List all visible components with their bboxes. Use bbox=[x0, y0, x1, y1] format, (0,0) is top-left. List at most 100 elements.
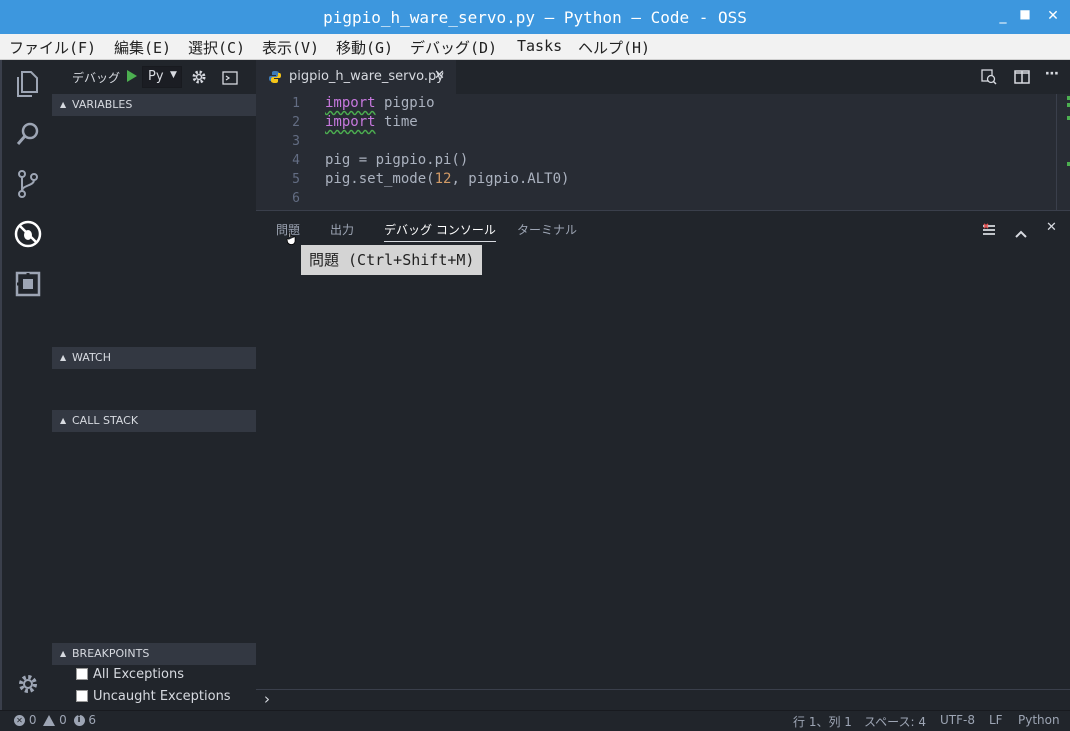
line-number: 6 bbox=[292, 191, 300, 206]
explorer-icon[interactable] bbox=[12, 68, 44, 100]
line-number: 1 bbox=[292, 96, 300, 111]
line-number: 5 bbox=[292, 172, 300, 187]
debug-toolbar: デバッグ Py ▼ bbox=[52, 60, 256, 94]
all-exceptions-label: All Exceptions bbox=[93, 667, 184, 682]
menu-edit[interactable]: 編集(E) bbox=[114, 37, 171, 58]
keyword: import bbox=[325, 114, 376, 130]
code-line-4: pig = pigpio.pi() bbox=[325, 152, 468, 168]
collapse-triangle-icon: ▲ bbox=[60, 649, 67, 658]
code-line-1: import pigpio bbox=[325, 95, 435, 111]
search-icon[interactable] bbox=[12, 118, 44, 150]
error-count: 0 bbox=[28, 713, 37, 727]
code-text: pig = pigpio.pi() bbox=[325, 152, 469, 168]
info-count: 6 bbox=[88, 713, 97, 727]
call-stack-title: CALL STACK bbox=[72, 414, 139, 427]
breakpoints-title: BREAKPOINTS bbox=[72, 647, 150, 660]
code-text: time bbox=[375, 114, 418, 130]
breakpoint-all-exceptions[interactable]: All Exceptions bbox=[76, 665, 184, 685]
split-editor-icon[interactable] bbox=[1014, 69, 1030, 89]
collapse-triangle-icon: ▲ bbox=[60, 416, 67, 425]
menu-debug[interactable]: デバッグ(D) bbox=[410, 37, 497, 58]
debug-label: デバッグ bbox=[72, 71, 121, 85]
menu-help[interactable]: ヘルプ(H) bbox=[578, 37, 650, 58]
indentation-status[interactable]: スペース: 4 bbox=[864, 713, 926, 730]
eol-status[interactable]: LF bbox=[989, 713, 1003, 727]
debug-icon[interactable] bbox=[12, 218, 44, 250]
code-line-5: pig.set_mode(12, pigpio.ALT0) bbox=[325, 171, 569, 187]
activity-bar bbox=[0, 60, 52, 710]
editor-tab-name: pigpio_h_ware_servo.py bbox=[289, 69, 444, 84]
editor-tab-active[interactable]: pigpio_h_ware_servo.py ✕ bbox=[256, 60, 456, 94]
minimize-button[interactable]: _ bbox=[993, 8, 1013, 24]
menu-view[interactable]: 表示(V) bbox=[262, 37, 319, 58]
tab-terminal[interactable]: ターミナル bbox=[517, 221, 577, 238]
warning-count: 0 bbox=[59, 713, 67, 727]
encoding-status[interactable]: UTF-8 bbox=[940, 713, 975, 727]
window-title: pigpio_h_ware_servo.py — Python — Code -… bbox=[323, 8, 747, 27]
code-view[interactable]: 1 2 3 4 5 6 import pigpio import time pi… bbox=[256, 94, 1070, 210]
all-exceptions-checkbox[interactable] bbox=[76, 667, 88, 680]
more-actions-icon[interactable]: ⋯ bbox=[1045, 66, 1059, 82]
problems-status[interactable]: ✕ 0 0 i 6 bbox=[14, 713, 96, 727]
close-tab-icon[interactable]: ✕ bbox=[434, 68, 445, 83]
extensions-icon[interactable] bbox=[12, 268, 44, 300]
close-panel-icon[interactable]: ✕ bbox=[1046, 220, 1057, 235]
line-number: 2 bbox=[292, 115, 300, 130]
cursor-position[interactable]: 行 1、列 1 bbox=[793, 713, 852, 730]
debug-config-select[interactable]: Py ▼ bbox=[142, 66, 182, 88]
menu-tasks[interactable]: Tasks bbox=[517, 37, 562, 55]
uncaught-exceptions-label: Uncaught Exceptions bbox=[93, 689, 231, 704]
collapse-triangle-icon: ▲ bbox=[60, 353, 67, 362]
open-changes-icon[interactable] bbox=[981, 69, 997, 89]
overview-ruler bbox=[1056, 94, 1070, 210]
keyword: import bbox=[325, 95, 376, 111]
variables-section-header[interactable]: ▲ VARIABLES bbox=[52, 94, 256, 116]
menu-selection[interactable]: 選択(C) bbox=[188, 37, 245, 58]
code-text: pig.set_mode( bbox=[325, 171, 435, 187]
code-text: pigpio bbox=[375, 95, 435, 111]
uncaught-exceptions-checkbox[interactable] bbox=[76, 689, 88, 702]
gear-icon[interactable] bbox=[12, 668, 44, 700]
collapse-triangle-icon: ▲ bbox=[60, 100, 67, 109]
line-number: 4 bbox=[292, 153, 300, 168]
chevron-down-icon: ▼ bbox=[170, 70, 177, 80]
warning-icon bbox=[43, 715, 56, 726]
editor-tabs: pigpio_h_ware_servo.py ✕ ⋯ bbox=[256, 60, 1070, 94]
breakpoint-uncaught-exceptions[interactable]: Uncaught Exceptions bbox=[76, 687, 231, 707]
bottom-panel: 問題 出力 デバッグ コンソール ターミナル 問題 (Ctrl+Shift+M)… bbox=[256, 210, 1070, 710]
watch-section-header[interactable]: ▲ WATCH bbox=[52, 347, 256, 369]
info-icon: i bbox=[73, 715, 85, 726]
line-number: 3 bbox=[292, 134, 300, 149]
source-control-icon[interactable] bbox=[12, 168, 44, 200]
code-line-2: import time bbox=[325, 114, 418, 130]
title-bar: pigpio_h_ware_servo.py — Python — Code -… bbox=[0, 0, 1070, 34]
close-window-button[interactable]: ✕ bbox=[1043, 8, 1063, 24]
debug-sidebar: デバッグ Py ▼ ▲ VARIABLES ▲ WATCH ▲ CALL STA… bbox=[52, 60, 256, 710]
maximize-button[interactable]: ■ bbox=[1015, 7, 1035, 21]
debug-config-value: Py bbox=[148, 69, 164, 84]
language-status[interactable]: Python bbox=[1018, 713, 1060, 727]
console-prompt[interactable]: › bbox=[264, 690, 270, 708]
console-input-divider bbox=[256, 689, 1070, 690]
watch-title: WATCH bbox=[72, 351, 111, 364]
start-debug-button[interactable] bbox=[126, 68, 138, 87]
menu-file[interactable]: ファイル(F) bbox=[9, 37, 96, 58]
debug-console-icon[interactable] bbox=[222, 70, 238, 89]
tab-output[interactable]: 出力 bbox=[330, 221, 354, 238]
python-file-icon bbox=[268, 69, 282, 88]
debug-settings-gear-icon[interactable] bbox=[191, 69, 207, 89]
clear-console-icon[interactable] bbox=[982, 222, 996, 241]
menu-go[interactable]: 移動(G) bbox=[336, 37, 393, 58]
error-icon: ✕ bbox=[14, 715, 25, 726]
tooltip: 問題 (Ctrl+Shift+M) bbox=[301, 245, 483, 275]
breakpoints-section-header[interactable]: ▲ BREAKPOINTS bbox=[52, 643, 256, 665]
editor-area: pigpio_h_ware_servo.py ✕ ⋯ 1 2 3 4 5 6 i… bbox=[256, 60, 1070, 210]
menu-bar: ファイル(F) 編集(E) 選択(C) 表示(V) 移動(G) デバッグ(D) … bbox=[0, 34, 1070, 60]
status-bar: ✕ 0 0 i 6 行 1、列 1 スペース: 4 UTF-8 LF Pytho… bbox=[0, 710, 1070, 731]
tab-debug-console[interactable]: デバッグ コンソール bbox=[384, 221, 496, 242]
variables-title: VARIABLES bbox=[72, 98, 133, 111]
mouse-cursor-icon bbox=[286, 230, 298, 249]
maximize-panel-chevron-up-icon[interactable] bbox=[1014, 224, 1028, 243]
call-stack-section-header[interactable]: ▲ CALL STACK bbox=[52, 410, 256, 432]
number-literal: 12 bbox=[434, 171, 452, 187]
